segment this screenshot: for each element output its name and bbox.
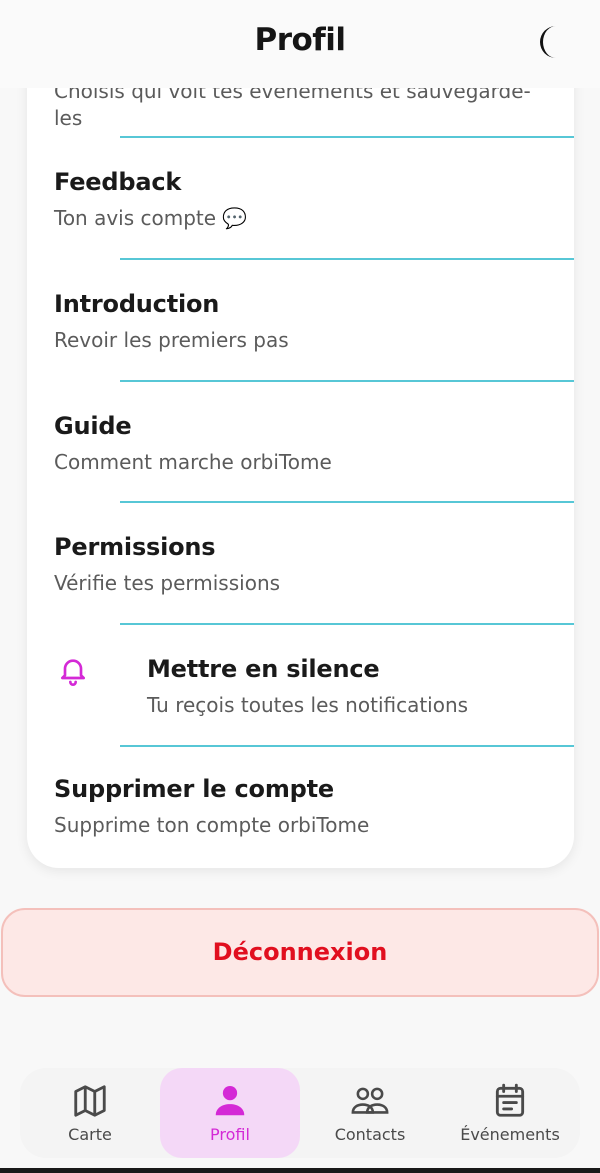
settings-item-title: Permissions [54, 533, 216, 561]
page-title: Profil [254, 22, 346, 58]
nav-item-carte[interactable]: Carte [20, 1068, 160, 1158]
settings-item-title: Feedback [54, 168, 182, 196]
settings-item-guide[interactable]: Guide Comment marche orbiTome [27, 382, 574, 503]
settings-item-title: Guide [54, 412, 132, 440]
system-bar [0, 1168, 600, 1173]
calendar-icon [495, 1083, 525, 1117]
settings-item-subtitle: Tu reçois toutes les notifications [147, 693, 469, 717]
settings-item-subtitle: Vérifie tes permissions [54, 571, 281, 595]
contacts-icon [351, 1087, 389, 1114]
logout-label: Déconnexion [212, 938, 388, 966]
app-header: Profil [0, 0, 600, 88]
nav-label: Carte [68, 1125, 112, 1144]
moon-icon[interactable] [534, 24, 564, 60]
settings-item-subtitle: Ton avis compte 💬 [54, 206, 248, 230]
nav-label: Profil [210, 1125, 250, 1144]
settings-item-introduction[interactable]: Introduction Revoir les premiers pas [27, 260, 574, 381]
nav-item-contacts[interactable]: Contacts [300, 1068, 440, 1158]
person-icon [215, 1085, 245, 1116]
settings-item-title: Supprimer le compte [54, 775, 334, 803]
settings-item-subtitle: Revoir les premiers pas [54, 328, 289, 352]
settings-item-title: Introduction [54, 290, 220, 318]
settings-item-subtitle: Comment marche orbiTome [54, 450, 332, 474]
settings-item-delete-account[interactable]: Supprimer le compte Supprime ton compte … [27, 747, 574, 868]
nav-label: Contacts [334, 1125, 406, 1144]
settings-item-silence[interactable]: Mettre en silence Tu reçois toutes les n… [27, 625, 574, 746]
bell-icon [61, 659, 85, 686]
settings-card: Choisis qui voit tes événements et sauve… [27, 30, 574, 868]
map-icon [74, 1085, 106, 1117]
nav-item-profil[interactable]: Profil [160, 1068, 300, 1158]
settings-item-feedback[interactable]: Feedback Ton avis compte 💬 [27, 138, 574, 259]
logout-button[interactable]: Déconnexion [1, 908, 599, 997]
nav-label: Événements [460, 1125, 560, 1144]
settings-item-title: Mettre en silence [147, 655, 380, 683]
bottom-nav: Carte Profil Contacts Événements [20, 1068, 580, 1158]
settings-item-subtitle: Supprime ton compte orbiTome [54, 813, 370, 837]
settings-item-permissions[interactable]: Permissions Vérifie tes permissions [27, 503, 574, 624]
nav-item-evenements[interactable]: Événements [440, 1068, 580, 1158]
